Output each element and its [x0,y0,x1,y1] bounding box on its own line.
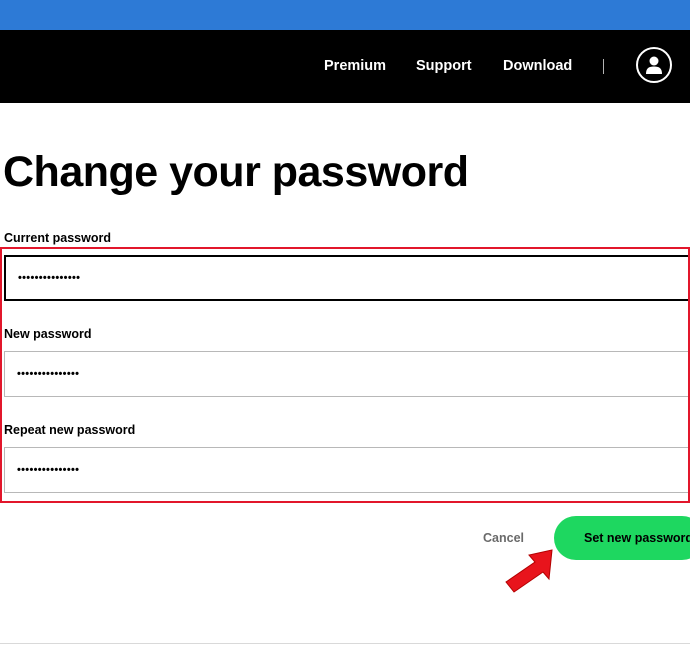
page-title: Change your password [3,148,469,196]
new-password-value: ••••••••••••••• [17,368,80,380]
top-navbar: Premium Support Download [0,30,690,103]
cancel-button[interactable]: Cancel [483,531,524,545]
current-password-input[interactable]: ••••••••••••••• [4,255,690,301]
set-new-password-label: Set new password [584,531,690,545]
bottom-divider [0,643,690,644]
new-password-input[interactable]: ••••••••••••••• [4,351,690,397]
nav-link-premium[interactable]: Premium [324,58,386,74]
user-icon [646,56,662,74]
new-password-label: New password [4,327,92,341]
repeat-password-value: ••••••••••••••• [17,464,80,476]
profile-button[interactable] [636,47,672,83]
repeat-password-label: Repeat new password [4,423,136,437]
nav-divider [603,59,604,74]
nav-link-download[interactable]: Download [503,58,572,74]
set-new-password-button[interactable]: Set new password [554,516,690,560]
current-password-value: ••••••••••••••• [18,272,81,284]
current-password-label: Current password [4,231,111,245]
nav-link-support[interactable]: Support [416,58,472,74]
repeat-password-input[interactable]: ••••••••••••••• [4,447,690,493]
browser-top-strip [0,0,690,30]
red-arrow-icon [505,549,553,593]
